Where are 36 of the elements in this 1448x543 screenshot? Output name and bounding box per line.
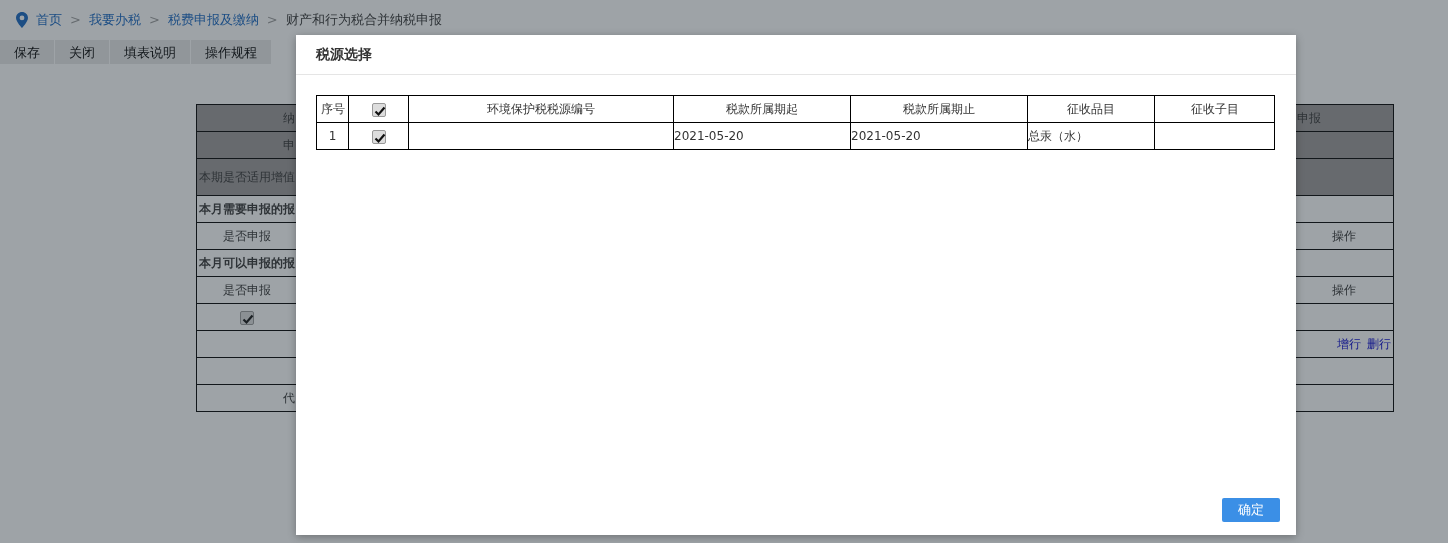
confirm-button[interactable]: 确定	[1222, 498, 1280, 522]
checkbox[interactable]	[371, 102, 386, 117]
table-cell: 2021-05-20	[851, 129, 921, 143]
form-label: 操作	[1332, 229, 1357, 243]
column-header: 序号	[320, 102, 345, 116]
toolbar-button[interactable]: 关闭	[55, 40, 110, 64]
breadcrumb-current: 财产和行为税合并纳税申报	[285, 11, 442, 30]
table-cell: 总汞（水）	[1028, 129, 1088, 143]
breadcrumb-link[interactable]: 税费申报及缴纳	[167, 10, 259, 30]
form-label: 本月可以申报的报	[199, 256, 295, 270]
breadcrumb-separator: >	[148, 11, 160, 30]
column-header: 征收品目	[1067, 102, 1115, 116]
breadcrumb-separator: >	[70, 11, 81, 30]
table-cell: 2021-05-20	[674, 129, 744, 143]
column-header: 征收子目	[1190, 102, 1239, 116]
breadcrumb-separator: >	[266, 11, 278, 30]
table-link[interactable]: 删行	[1367, 337, 1391, 351]
column-header: 税款所属期起	[726, 102, 798, 116]
form-label: 是否申报	[223, 283, 271, 297]
checkbox[interactable]	[371, 129, 386, 144]
form-label: 代	[283, 391, 295, 405]
breadcrumb-link[interactable]: 首页	[36, 10, 62, 30]
column-header: 税款所属期止	[903, 102, 975, 116]
breadcrumb-link[interactable]: 我要办税	[88, 10, 141, 30]
form-label: 本月需要申报的报	[199, 202, 295, 216]
checkbox[interactable]	[240, 310, 254, 325]
column-header: 环境保护税税源编号	[487, 102, 595, 116]
dialog-title: 税源选择	[316, 45, 372, 64]
table-link[interactable]: 增行	[1337, 337, 1361, 351]
toolbar-button[interactable]: 操作规程	[191, 40, 272, 64]
table-cell: 1	[328, 129, 337, 143]
toolbar-button[interactable]: 保存	[0, 40, 55, 64]
location-pin-icon	[16, 12, 28, 28]
form-label: 是否申报	[223, 229, 271, 243]
toolbar-button[interactable]: 填表说明	[110, 40, 191, 64]
form-label: 操作	[1332, 283, 1357, 297]
